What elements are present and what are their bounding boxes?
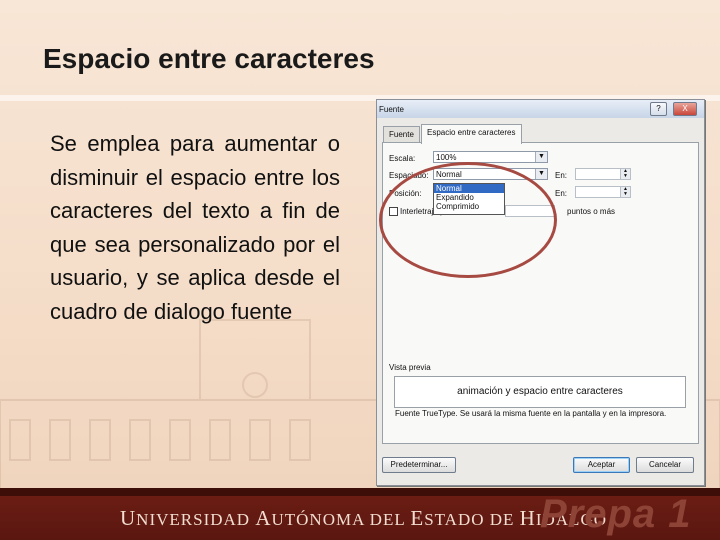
escala-label: Escala: [389,154,416,163]
spin-down-icon[interactable]: ▼ [620,174,630,179]
highlight-circle [379,162,557,278]
preview-label: Vista previa [389,363,431,372]
dialog-title: Fuente [379,105,404,114]
aceptar-button[interactable]: Aceptar [573,457,630,473]
preview-box: animación y espacio entre caracteres [394,376,686,408]
prepa-logo: Prepa 1 [540,492,692,536]
tab-espacio-caracteres[interactable]: Espacio entre caracteres [421,124,522,144]
en-label-espaciado: En: [555,171,568,180]
chevron-down-icon[interactable]: ▼ [535,152,547,162]
kerning-suffix: puntos o más [567,207,616,216]
escala-combo[interactable]: 100% ▼ [433,151,548,163]
posicion-amount-spinner[interactable]: ▲ ▼ [575,186,631,198]
escala-value: 100% [436,153,457,162]
slide-title: Espacio entre caracteres [43,43,375,74]
university-name: UNIVERSIDAD AUTÓNOMA DEL ESTADO DE HIDAL… [120,506,607,530]
font-dialog: Fuente ? X Fuente Espacio entre caracter… [376,99,705,486]
truetype-note: Fuente TrueType. Se usará la misma fuent… [395,409,667,418]
spin-down-icon[interactable]: ▼ [620,192,630,197]
chevron-down-icon[interactable]: ▼ [535,169,547,179]
slide-body-text: Se emplea para aumentar o disminuir el e… [50,131,340,324]
dialog-titlebar[interactable]: Fuente ? X [377,100,704,118]
cancelar-button[interactable]: Cancelar [636,457,694,473]
help-button[interactable]: ? [650,102,667,116]
predeterminar-button[interactable]: Predeterminar... [382,457,456,473]
tab-fuente[interactable]: Fuente [383,126,420,143]
espaciado-amount-spinner[interactable]: ▲ ▼ [575,168,631,180]
close-button[interactable]: X [673,102,697,116]
en-label-posicion: En: [555,189,568,198]
